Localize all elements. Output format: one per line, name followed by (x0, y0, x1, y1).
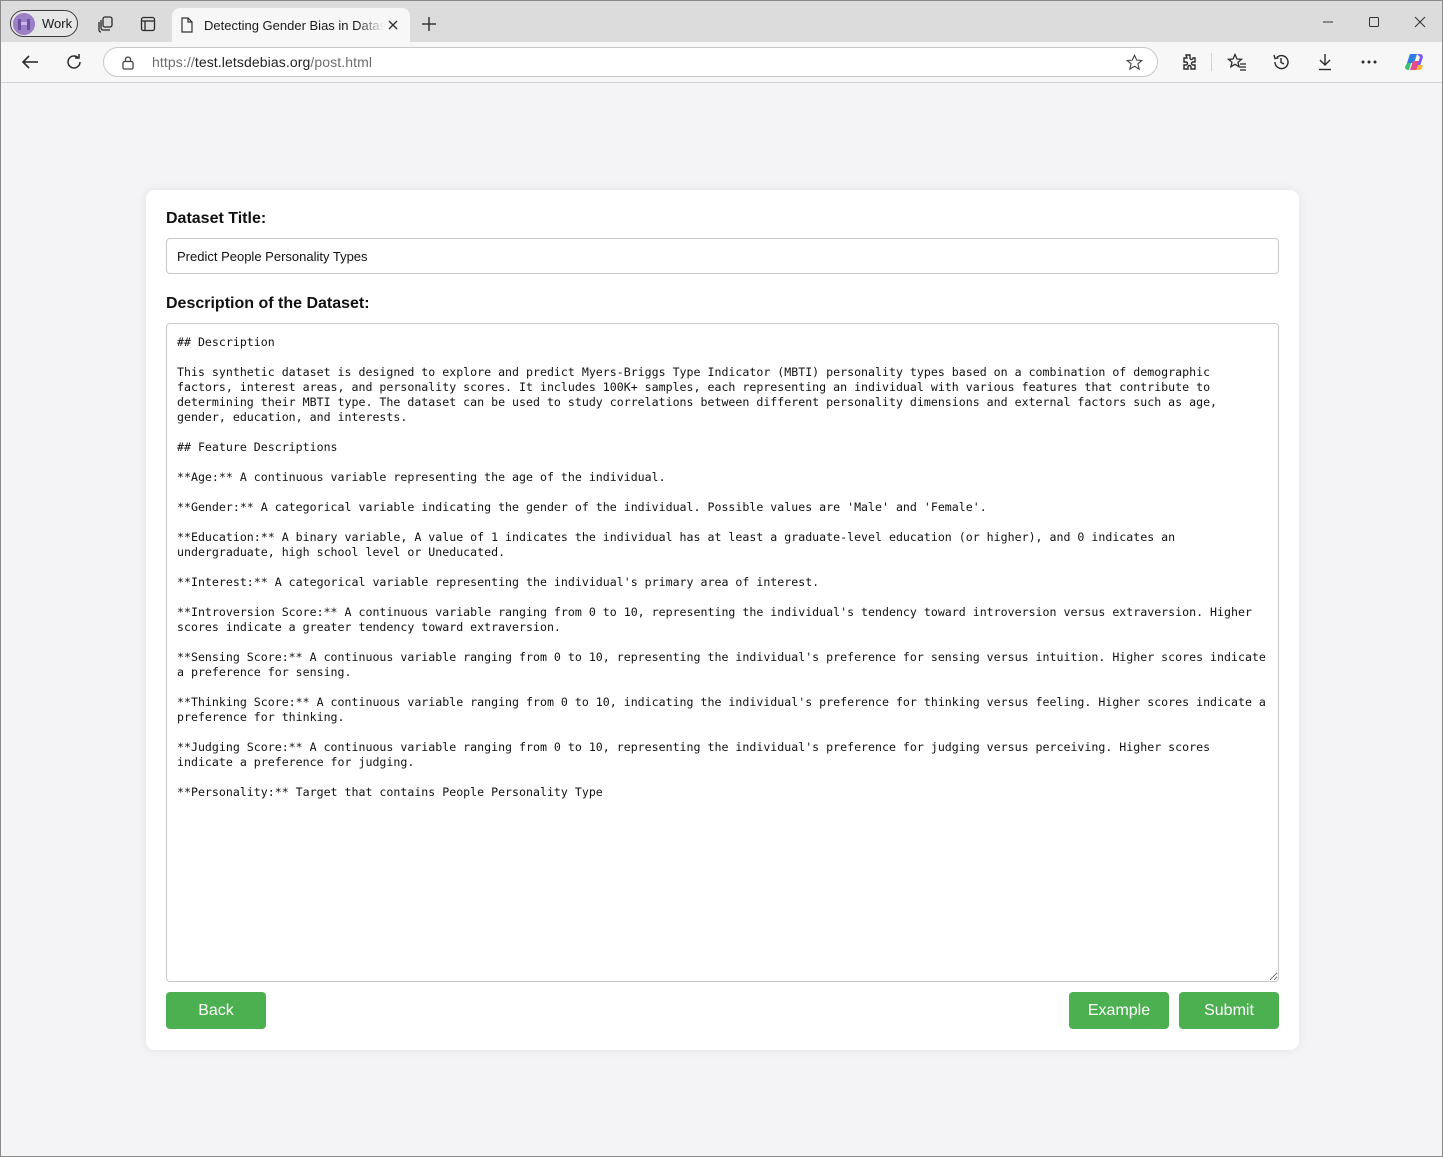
dataset-title-input[interactable] (166, 238, 1279, 274)
plus-icon[interactable] (415, 10, 443, 38)
address-bar[interactable]: https://test.letsdebias.org/post.html (103, 47, 1158, 77)
lock-icon[interactable] (121, 55, 135, 70)
history-icon[interactable] (1267, 48, 1295, 76)
copilot-icon[interactable] (1401, 48, 1429, 76)
submit-button[interactable]: Submit (1179, 992, 1279, 1029)
back-button[interactable]: Back (166, 992, 266, 1029)
toolbar-divider (1211, 53, 1212, 71)
tab-bar: Work Detecting Gender Bias in Datasets (1, 1, 1442, 42)
maximize-icon[interactable] (1360, 9, 1388, 35)
back-icon[interactable] (16, 48, 44, 76)
minimize-icon[interactable] (1314, 9, 1342, 35)
profile-avatar (13, 12, 35, 35)
example-button[interactable]: Example (1069, 992, 1169, 1029)
star-icon[interactable] (1126, 54, 1143, 71)
workspaces-icon[interactable] (92, 10, 120, 38)
download-icon[interactable] (1311, 48, 1339, 76)
description-label: Description of the Dataset: (166, 295, 370, 312)
url-text: https://test.letsdebias.org/post.html (152, 54, 373, 70)
description-textarea[interactable]: ## Description This synthetic dataset is… (166, 323, 1279, 982)
tab-actions-icon[interactable] (134, 10, 162, 38)
browser-window: Work Detecting Gender Bias in Datasets h… (0, 0, 1443, 1157)
dataset-form-card: Dataset Title: Description of the Datase… (146, 190, 1299, 1050)
favorites-icon[interactable] (1223, 48, 1251, 76)
refresh-icon[interactable] (60, 48, 88, 76)
tab-active[interactable]: Detecting Gender Bias in Datasets (172, 8, 410, 42)
profile-label: Work (42, 16, 73, 31)
profile-button[interactable]: Work (10, 10, 78, 37)
address-toolbar: https://test.letsdebias.org/post.html (1, 42, 1442, 83)
tab-title: Detecting Gender Bias in Datasets (204, 17, 384, 33)
close-window-icon[interactable] (1406, 9, 1434, 35)
dataset-title-label: Dataset Title: (166, 210, 267, 227)
more-icon[interactable] (1355, 48, 1383, 76)
page-icon (180, 17, 194, 33)
extensions-icon[interactable] (1174, 48, 1202, 76)
close-icon[interactable] (384, 16, 402, 34)
